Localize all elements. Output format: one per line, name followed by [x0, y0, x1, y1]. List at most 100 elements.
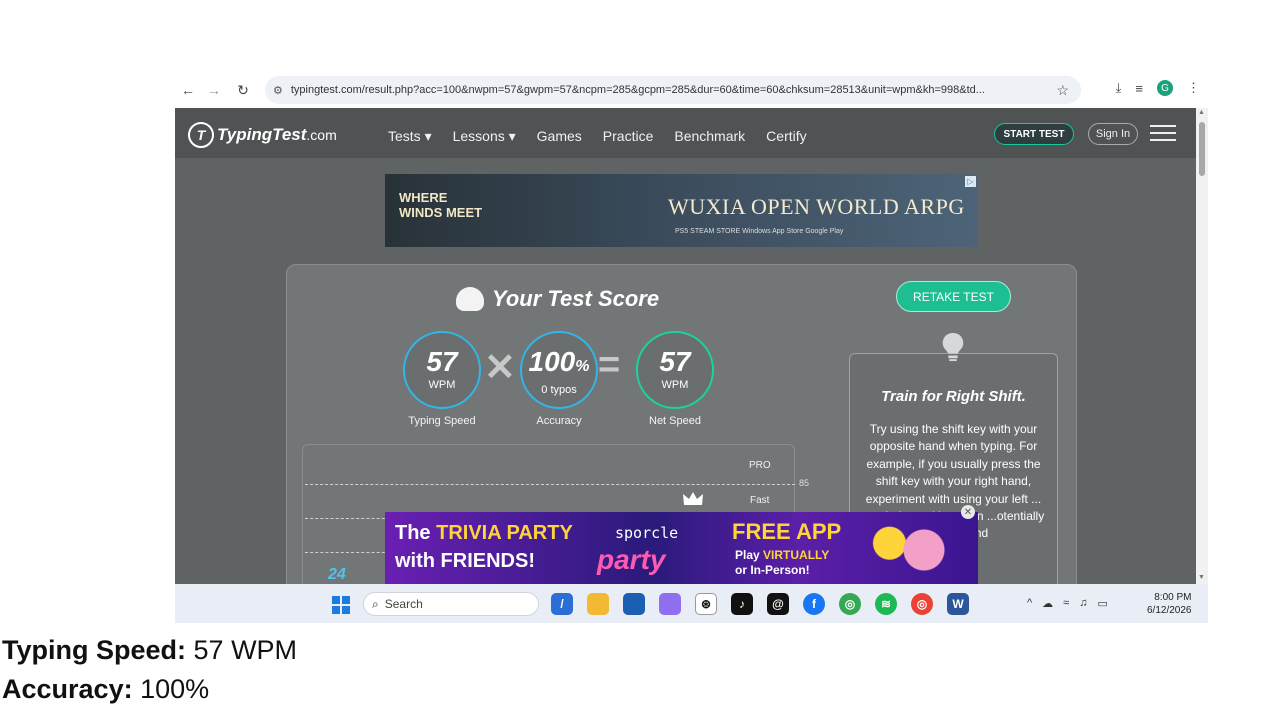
gauge-line-fast — [305, 518, 395, 519]
address-bar[interactable]: ⚙ typingtest.com/result.php?acc=100&nwpm… — [265, 76, 1081, 104]
menu-lessons[interactable]: Lessons ▾ — [453, 128, 516, 145]
onedrive-icon[interactable]: ☁ — [1042, 597, 1053, 610]
ad2-free-app: FREE APP — [732, 519, 842, 544]
net-speed-ring: 57 WPM — [636, 331, 714, 409]
ad2-party: party — [597, 544, 666, 575]
taskbar-search[interactable]: ⌕ Search — [363, 592, 539, 616]
typing-speed-ring: 57 WPM — [403, 331, 481, 409]
back-icon[interactable]: ← — [177, 79, 199, 101]
ad-brand: WHERE WINDS MEET — [399, 190, 483, 220]
taskbar-clock[interactable]: 8:00 PM 6/12/2026 — [1147, 591, 1192, 617]
taskbar-search-label: Search — [384, 597, 423, 611]
menu-certify[interactable]: Certify — [766, 128, 806, 145]
forward-icon[interactable]: → — [203, 79, 225, 101]
facebook-icon[interactable]: f — [803, 593, 825, 615]
ad-choices-icon[interactable]: ▷ — [965, 176, 976, 187]
typos-count: 0 typos — [541, 384, 577, 396]
scroll-up-icon[interactable]: ▲ — [1198, 109, 1205, 116]
page-scrollbar[interactable]: ▲ ▼ — [1196, 108, 1208, 584]
typing-speed-unit: WPM — [428, 379, 456, 391]
accuracy-percent: % — [575, 358, 590, 375]
ad2-line1a: The — [395, 522, 437, 544]
score-title-text: Your Test Score — [492, 286, 660, 311]
menu-practice[interactable]: Practice — [603, 128, 654, 145]
clock-date: 6/12/2026 — [1147, 605, 1192, 616]
ad2-virtually: VIRTUALLY — [763, 548, 830, 562]
browser-window: ← → ↻ ⚙ typingtest.com/result.php?acc=10… — [175, 72, 1208, 623]
gauge-level-pro: PRO — [749, 460, 771, 471]
spotify-icon[interactable]: ≋ — [875, 593, 897, 615]
score-title: Your Test Score — [456, 286, 659, 312]
net-speed-unit: WPM — [661, 379, 689, 391]
wifi-icon[interactable]: ≈ — [1063, 597, 1069, 610]
accuracy-ring: 100% 0 typos — [520, 331, 598, 409]
scroll-down-icon[interactable]: ▼ — [1198, 574, 1205, 581]
menu-tests[interactable]: Tests ▾ — [388, 128, 432, 145]
typing-speed-caption: Typing Speed — [408, 415, 476, 427]
word-icon[interactable]: W — [947, 593, 969, 615]
windows-start-icon[interactable] — [332, 596, 350, 614]
crown-icon — [683, 492, 703, 505]
logo-suffix: .com — [306, 127, 337, 143]
ad-banner-top[interactable]: WHERE WINDS MEET WUXIA OPEN WORLD ARPG P… — [385, 174, 978, 247]
site-header: T TypingTest.com Tests ▾ Lessons ▾ Games… — [175, 108, 1196, 158]
profile-avatar[interactable]: G — [1157, 80, 1173, 96]
more-menu-icon[interactable]: ⋮ — [1187, 80, 1200, 96]
menu-games[interactable]: Games — [537, 128, 582, 145]
ad-close-icon[interactable]: ✕ — [961, 505, 975, 519]
hamburger-menu-icon[interactable] — [1150, 125, 1176, 141]
ad2-sporcle: sporcle — [615, 524, 679, 542]
summary-caption: Typing Speed: 57 WPM Accuracy: 100% — [2, 635, 297, 713]
file-explorer-icon[interactable] — [587, 593, 609, 615]
retake-test-button[interactable]: RETAKE TEST — [896, 281, 1011, 312]
site-info-icon[interactable]: ⚙ — [273, 84, 283, 97]
ad2-line1b: TRIVIA PARTY — [436, 522, 573, 544]
bookmark-star-icon[interactable]: ☆ — [1056, 82, 1069, 99]
clock-time: 8:00 PM — [1154, 592, 1192, 603]
copilot-icon[interactable] — [659, 593, 681, 615]
net-speed-caption: Net Speed — [649, 415, 701, 427]
summary-speed: Typing Speed: 57 WPM — [2, 635, 297, 666]
ad2-line2: with FRIENDS! — [395, 550, 535, 572]
reload-icon[interactable]: ↻ — [232, 79, 254, 101]
equals-icon: = — [598, 344, 621, 386]
chrome-active-icon[interactable]: ◎ — [911, 593, 933, 615]
typing-speed-value: 57 — [426, 346, 458, 377]
search-icon: ⌕ — [372, 596, 379, 611]
ad2-play: Play — [735, 548, 764, 562]
url-text[interactable]: typingtest.com/result.php?acc=100&nwpm=5… — [291, 84, 1051, 96]
ad-headline: WUXIA OPEN WORLD ARPG — [668, 194, 965, 219]
gauge-marker: 24 — [328, 566, 346, 583]
gauge-threshold-pro: 85 — [799, 478, 810, 488]
system-tray: ^ ☁ ≈ ♫ ▭ — [1027, 597, 1108, 610]
speedometer-icon — [456, 287, 484, 311]
site-logo[interactable]: T TypingTest.com — [188, 122, 337, 148]
ad-banner-bottom[interactable]: The TRIVIA PARTY with FRIENDS! sporcle p… — [385, 512, 978, 584]
download-icon[interactable]: ⤓ — [1116, 80, 1122, 96]
ad-platforms: PS5 STEAM STORE Windows App Store Google… — [675, 228, 844, 235]
ad2-mascot-image — [855, 516, 970, 584]
sign-in-button[interactable]: Sign In — [1088, 123, 1138, 145]
threads-icon[interactable]: @ — [767, 593, 789, 615]
lightbulb-icon — [942, 332, 964, 362]
battery-icon[interactable]: ▭ — [1097, 597, 1107, 610]
scrollbar-thumb[interactable] — [1199, 122, 1205, 176]
chrome-icon[interactable]: ◎ — [839, 593, 861, 615]
accuracy-value: 100 — [528, 346, 576, 377]
start-test-button[interactable]: START TEST — [994, 123, 1074, 145]
app-icon-1[interactable]: / — [551, 593, 573, 615]
logo-text: TypingTest — [217, 125, 307, 144]
store-icon[interactable] — [623, 593, 645, 615]
menu-benchmark[interactable]: Benchmark — [674, 128, 745, 145]
summary-accuracy-label: Accuracy: — [2, 674, 133, 704]
reading-list-icon[interactable]: ≡ — [1135, 81, 1143, 96]
chatgpt-icon[interactable]: ⊛ — [695, 593, 717, 615]
typingtest-page: T TypingTest.com Tests ▾ Lessons ▾ Games… — [175, 108, 1196, 584]
tiktok-icon[interactable]: ♪ — [731, 593, 753, 615]
accuracy-caption: Accuracy — [536, 415, 582, 427]
windows-taskbar: ⌕ Search / ⊛ ♪ @ f ◎ ≋ ◎ W ^ ☁ ≈ ♫ ▭ 8:0… — [175, 584, 1208, 623]
gauge-line-pro — [305, 484, 795, 485]
summary-speed-label: Typing Speed: — [2, 635, 187, 665]
tray-chevron-icon[interactable]: ^ — [1027, 597, 1032, 610]
volume-icon[interactable]: ♫ — [1079, 597, 1087, 610]
